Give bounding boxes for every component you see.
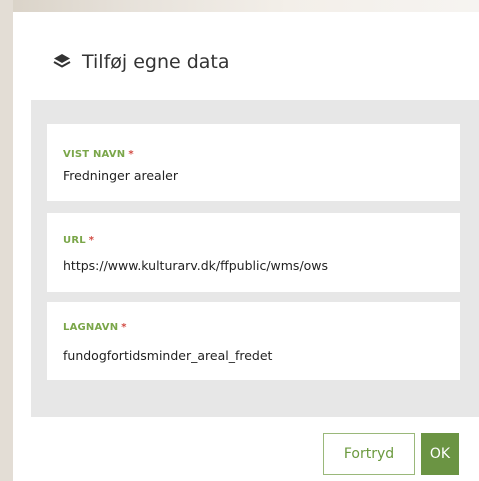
dialog-title: Tilføj egne data [82,51,230,73]
display-name-value[interactable]: Fredninger arealer [63,168,178,183]
required-marker: * [121,322,127,333]
dialog-header: Tilføj egne data [13,12,479,100]
display-name-field[interactable]: VIST NAVN * Fredninger arealer [47,124,460,201]
map-backdrop-top [0,0,479,12]
required-marker: * [88,235,95,246]
layer-name-field[interactable]: LAGNAVN * fundogfortidsminder_areal_frede… [47,302,460,380]
layer-name-value[interactable]: fundogfortidsminder_areal_fredet [63,348,272,363]
required-marker: * [128,149,134,160]
url-field[interactable]: URL * https://www.kulturarv.dk/ffpublic/w… [47,213,460,292]
ok-button[interactable]: OK [421,433,459,475]
url-value[interactable]: https://www.kulturarv.dk/ffpublic/wms/ow… [63,258,328,273]
url-label: URL * [63,235,95,246]
layers-icon [53,54,71,68]
dialog-body: VIST NAVN * Fredninger arealer URL * https… [31,100,479,417]
display-name-label: VIST NAVN * [63,149,134,160]
cancel-button[interactable]: Fortryd [323,433,415,475]
map-backdrop-left [0,0,13,481]
add-own-data-dialog: Tilføj egne data VIST NAVN * Fredninger a… [13,12,479,481]
layer-name-label: LAGNAVN * [63,322,127,333]
